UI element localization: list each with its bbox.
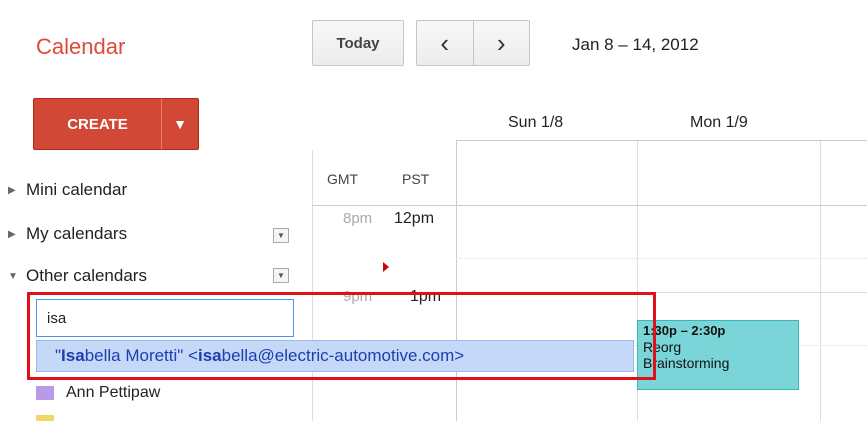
grid-divider <box>820 140 821 421</box>
collapsed-caret-icon: ▶ <box>8 184 16 196</box>
create-dropdown-button[interactable]: ▼ <box>161 98 199 150</box>
time-label-pst: 12pm <box>394 210 435 227</box>
grid-divider <box>312 150 313 421</box>
calendar-color-swatch <box>36 386 54 400</box>
sidebar-item-label: Other calendars <box>26 266 147 285</box>
date-range: Jan 8 – 14, 2012 <box>572 35 699 54</box>
timezone-pst-label: PST <box>402 171 430 187</box>
event-title: Reorg <box>643 338 682 355</box>
event-title: Brainstorming <box>643 355 730 372</box>
chevron-left-icon: ‹ <box>440 27 450 58</box>
next-week-button[interactable]: › <box>474 21 530 65</box>
day-header-mon[interactable]: Mon 1/9 <box>690 114 748 132</box>
other-calendar-item[interactable]: Ann Pettipaw <box>36 384 160 402</box>
timezone-gmt-label: GMT <box>327 171 359 187</box>
time-label-gmt: 8pm <box>343 210 373 227</box>
prev-week-button[interactable]: ‹ <box>417 21 474 65</box>
my-calendars-menu-button[interactable]: ▼ <box>273 228 289 243</box>
annotation-highlight-box <box>27 292 656 380</box>
grid-divider <box>312 205 867 206</box>
create-group: CREATE ▼ <box>33 98 199 150</box>
chevron-right-icon: › <box>496 27 506 58</box>
dropdown-arrow-icon: ▼ <box>277 231 285 240</box>
grid-divider <box>456 258 867 259</box>
sidebar-item-mini-calendar[interactable]: ▶ Mini calendar <box>8 180 127 200</box>
calendar-color-swatch <box>36 415 54 421</box>
event-time: 1:30p – 2:30p <box>643 323 726 338</box>
today-button[interactable]: Today <box>312 20 404 66</box>
sidebar-item-other-calendars[interactable]: ▼ Other calendars <box>8 266 147 286</box>
other-calendars-menu-button[interactable]: ▼ <box>273 268 289 283</box>
calendar-event[interactable]: 1:30p – 2:30p Reorg Brainstorming <box>637 320 799 390</box>
sidebar-item-label: Mini calendar <box>26 180 128 199</box>
app-title: Calendar <box>36 34 126 59</box>
other-calendar-label: Ann Pettipaw <box>66 384 161 401</box>
week-nav: ‹ › <box>416 20 530 66</box>
expanded-caret-icon: ▼ <box>8 270 18 282</box>
day-header-sun[interactable]: Sun 1/8 <box>508 114 563 132</box>
sidebar-item-label: My calendars <box>26 224 128 243</box>
grid-divider <box>456 140 867 141</box>
dropdown-arrow-icon: ▼ <box>173 116 187 132</box>
dropdown-arrow-icon: ▼ <box>277 271 285 280</box>
create-button[interactable]: CREATE <box>33 98 161 150</box>
collapsed-caret-icon: ▶ <box>8 228 16 240</box>
current-time-marker <box>383 262 389 272</box>
sidebar-item-my-calendars[interactable]: ▶ My calendars <box>8 224 127 244</box>
